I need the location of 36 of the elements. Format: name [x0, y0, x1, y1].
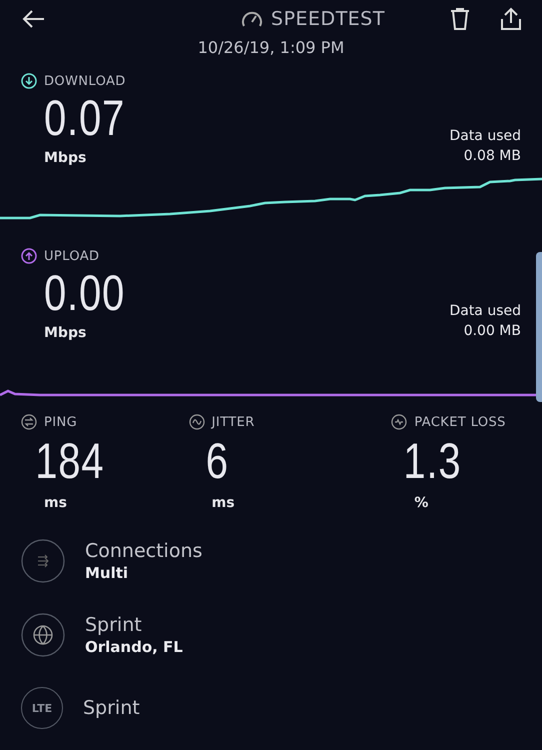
lte-badge: LTE: [21, 687, 63, 729]
speed-label: UPLOAD: [44, 248, 100, 264]
share-icon[interactable]: [500, 7, 522, 31]
globe-icon: [21, 613, 65, 657]
gauge-icon: [241, 10, 264, 28]
stat-value: 184: [34, 433, 106, 489]
speed-unit: Mbps: [44, 325, 88, 341]
stat-unit: %: [413, 495, 430, 511]
stat-label: JITTER: [212, 414, 255, 430]
info-detail: Multi: [85, 564, 130, 582]
info-title: Connections: [85, 540, 202, 562]
connections-icon: [21, 539, 65, 583]
stat-unit: ms: [210, 495, 236, 511]
info-title: Sprint: [85, 614, 143, 636]
back-arrow-icon[interactable]: [22, 9, 46, 29]
speed-label: DOWNLOAD: [44, 74, 126, 88]
app-title: SPEEDTEST: [271, 8, 385, 30]
trash-icon[interactable]: [450, 7, 470, 31]
stat-unit: ms: [43, 495, 68, 511]
timestamp: 10/26/19, 1:09 PM: [196, 38, 346, 59]
speed-value: 0.07: [44, 90, 126, 146]
pulse-icon: [391, 414, 408, 430]
data-used-label: Data used: [449, 302, 521, 321]
stat-label: PACKET LOSS: [414, 414, 506, 430]
stat-label: PING: [44, 414, 78, 430]
speed-unit: Mbps: [44, 150, 88, 166]
wave-icon: [188, 414, 205, 430]
data-used-value: 0.00 MB: [462, 322, 521, 341]
info-title: Sprint: [83, 697, 140, 719]
data-used-label: Data used: [449, 127, 521, 146]
speed-value: 0.00: [44, 265, 126, 321]
data-used-value: 0.08 MB: [462, 147, 521, 166]
stat-value: 6: [204, 433, 230, 489]
info-detail: Orlando, FL: [85, 638, 183, 656]
stat-value: 1.3: [402, 433, 463, 489]
ping-icon: [21, 414, 37, 430]
